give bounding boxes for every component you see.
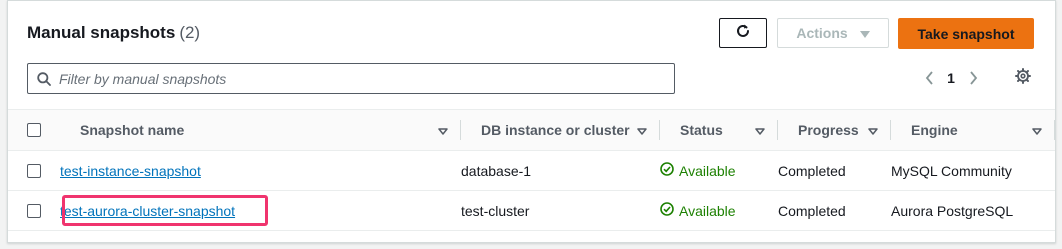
- progress-cell: Completed: [778, 202, 846, 219]
- column-header-snapshot-name[interactable]: Snapshot name: [60, 110, 461, 151]
- actions-button[interactable]: Actions: [777, 18, 889, 48]
- row-checkbox[interactable]: [27, 203, 41, 218]
- status-text: Available: [679, 202, 736, 219]
- take-snapshot-button[interactable]: Take snapshot: [898, 18, 1034, 49]
- db-instance-cell: test-cluster: [461, 202, 530, 219]
- snapshot-name-link[interactable]: test-instance-snapshot: [60, 163, 201, 179]
- check-circle-icon: [660, 202, 674, 219]
- caret-down-icon: [755, 122, 765, 138]
- db-instance-cell: database-1: [461, 162, 532, 179]
- caret-down-icon: [868, 122, 878, 138]
- status-badge: Available: [660, 202, 736, 219]
- refresh-icon: [735, 23, 751, 44]
- engine-cell: MySQL Community: [891, 162, 1012, 179]
- snapshot-name-link[interactable]: test-aurora-cluster-snapshot: [60, 203, 235, 219]
- column-label: DB instance or cluster: [481, 122, 630, 138]
- status-cell: Available: [660, 151, 778, 191]
- snapshots-panel: Manual snapshots (2) Actions Take snapsho…: [7, 0, 1056, 243]
- row-select-cell: [8, 191, 60, 231]
- chevron-right-icon[interactable]: [962, 71, 984, 85]
- page-number[interactable]: 1: [940, 70, 962, 86]
- column-header-db-instance[interactable]: DB instance or cluster: [461, 110, 660, 151]
- select-all-cell: [8, 110, 60, 151]
- progress-cell: Completed: [778, 162, 846, 179]
- caret-down-icon: [1032, 122, 1042, 138]
- refresh-button[interactable]: [719, 18, 767, 48]
- filter-field[interactable]: [27, 63, 675, 94]
- status-text: Available: [679, 162, 736, 179]
- column-header-engine[interactable]: Engine: [891, 110, 1055, 151]
- panel-header: Manual snapshots (2) Actions Take snapsho…: [8, 1, 1055, 109]
- caret-down-icon: [637, 122, 647, 138]
- row-select-cell: [8, 151, 60, 191]
- page-title: Manual snapshots (2): [27, 23, 200, 43]
- table-row: test-instance-snapshot database-1 Availa…: [8, 151, 1055, 191]
- column-label: Engine: [911, 122, 958, 138]
- filter-input[interactable]: [59, 70, 659, 87]
- caret-down-icon: [859, 25, 870, 41]
- snapshots-table: Snapshot name DB instance or cluster Sta…: [8, 109, 1055, 231]
- snapshot-name-cell: test-instance-snapshot: [60, 151, 461, 191]
- chevron-left-icon[interactable]: [918, 71, 940, 85]
- snapshot-name-cell: test-aurora-cluster-snapshot: [60, 191, 461, 231]
- column-label: Progress: [798, 122, 859, 138]
- title-text: Manual snapshots: [27, 23, 176, 42]
- column-divider[interactable]: [1054, 120, 1055, 140]
- column-label: Status: [680, 122, 723, 138]
- status-badge: Available: [660, 162, 736, 179]
- caret-down-icon: [438, 122, 448, 138]
- check-circle-icon: [660, 162, 674, 179]
- column-header-progress[interactable]: Progress: [778, 110, 891, 151]
- gear-icon[interactable]: [1015, 68, 1031, 89]
- actions-label: Actions: [796, 25, 848, 41]
- pagination: 1: [918, 67, 984, 89]
- table-row: test-aurora-cluster-snapshot test-cluste…: [8, 191, 1055, 231]
- status-cell: Available: [660, 191, 778, 231]
- engine-cell: Aurora PostgreSQL: [891, 202, 1014, 219]
- row-checkbox[interactable]: [27, 163, 41, 178]
- search-icon: [37, 71, 51, 86]
- table-header-row: Snapshot name DB instance or cluster Sta…: [8, 109, 1055, 151]
- column-header-status[interactable]: Status: [660, 110, 778, 151]
- select-all-checkbox[interactable]: [27, 123, 41, 137]
- snapshot-count: (2): [179, 23, 201, 42]
- column-label: Snapshot name: [80, 122, 185, 138]
